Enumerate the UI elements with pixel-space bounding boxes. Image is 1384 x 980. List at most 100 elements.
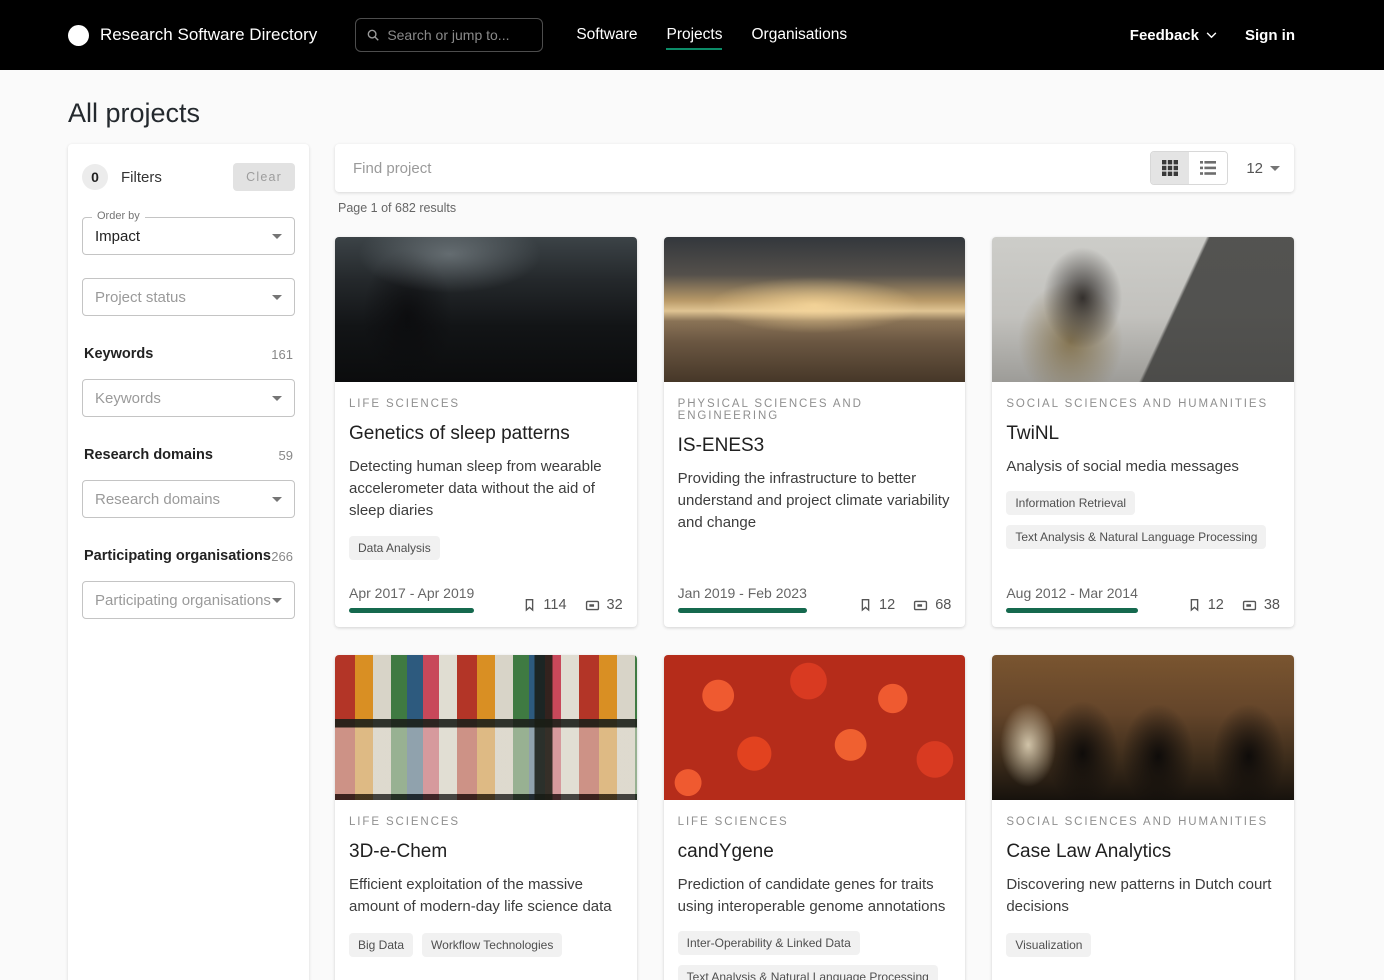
dropdown-arrow-icon (272, 295, 282, 300)
participating-orgs-placeholder: Participating organisations (95, 592, 271, 609)
project-image (335, 237, 637, 382)
project-title: IS-ENES3 (678, 435, 952, 457)
keywords-count: 161 (271, 347, 293, 362)
project-status-select[interactable]: Project status (82, 278, 295, 316)
mentions-metric: 12 (858, 597, 895, 613)
results-info: Page 1 of 682 results (338, 201, 1294, 215)
outputs-metric: 32 (584, 597, 623, 613)
progress-bar (349, 608, 474, 613)
research-domains-placeholder: Research domains (95, 491, 220, 508)
global-search[interactable] (355, 18, 543, 52)
projects-grid: LIFE SCIENCES Genetics of sleep patterns… (335, 237, 1294, 980)
dropdown-arrow-icon (272, 497, 282, 502)
project-card[interactable]: SOCIAL SCIENCES AND HUMANITIES Case Law … (992, 655, 1294, 980)
order-by-select[interactable]: Order by Impact (82, 217, 295, 255)
brand[interactable]: Research Software Directory (68, 25, 317, 46)
page-title: All projects (68, 98, 1294, 129)
project-description: Prediction of candidate genes for traits… (678, 874, 952, 918)
mentions-metric: 114 (522, 597, 566, 613)
project-category: LIFE SCIENCES (349, 816, 623, 828)
project-category: SOCIAL SCIENCES AND HUMANITIES (1006, 398, 1280, 410)
project-card[interactable]: SOCIAL SCIENCES AND HUMANITIES TwiNL Ana… (992, 237, 1294, 627)
keyword-tag: Visualization (1006, 933, 1091, 957)
order-by-label: Order by (92, 210, 145, 222)
dropdown-arrow-icon (272, 598, 282, 603)
project-search-toolbar: 12 (335, 144, 1294, 192)
list-view-button[interactable] (1189, 152, 1227, 184)
global-search-input[interactable] (387, 27, 532, 43)
project-status-placeholder: Project status (95, 289, 186, 306)
project-card[interactable]: LIFE SCIENCES candYgene Prediction of ca… (664, 655, 966, 980)
outputs-metric: 68 (912, 597, 951, 613)
project-card[interactable]: LIFE SCIENCES 3D-e-Chem Efficient exploi… (335, 655, 637, 980)
nav-software[interactable]: Software (576, 20, 637, 50)
bookmark-icon (522, 597, 537, 613)
project-image (992, 237, 1294, 382)
list-view-icon (1200, 161, 1216, 175)
find-project-input[interactable] (353, 160, 1150, 177)
keyword-tag: Data Analysis (349, 536, 440, 560)
page-size-value: 12 (1246, 160, 1263, 177)
keywords-placeholder: Keywords (95, 390, 161, 407)
research-domains-select[interactable]: Research domains (82, 480, 295, 518)
top-navbar: Research Software Directory Software Pro… (0, 0, 1384, 70)
search-icon (366, 28, 380, 42)
page-size-select[interactable]: 12 (1246, 160, 1280, 177)
project-image (335, 655, 637, 800)
progress-bar (678, 608, 807, 613)
mentions-metric: 12 (1187, 597, 1224, 613)
bookmark-icon (1187, 597, 1202, 613)
project-title: Case Law Analytics (1006, 841, 1280, 863)
dropdown-arrow-icon (1270, 166, 1280, 171)
keywords-select[interactable]: Keywords (82, 379, 295, 417)
participating-orgs-count: 266 (271, 549, 293, 564)
output-icon (912, 598, 929, 613)
view-toggle (1150, 151, 1228, 185)
bookmark-icon (858, 597, 873, 613)
project-category: PHYSICAL SCIENCES AND ENGINEERING (678, 398, 952, 422)
main-nav: Software Projects Organisations (576, 20, 847, 50)
output-icon (584, 598, 601, 613)
project-title: TwiNL (1006, 423, 1280, 445)
participating-orgs-heading: Participating organisations (84, 548, 271, 564)
feedback-menu[interactable]: Feedback (1130, 27, 1217, 44)
keyword-tag: Inter-Operability & Linked Data (678, 931, 860, 955)
keyword-tag: Text Analysis & Natural Language Process… (1006, 525, 1266, 549)
project-category: LIFE SCIENCES (678, 816, 952, 828)
project-description: Efficient exploitation of the massive am… (349, 874, 623, 918)
project-title: Genetics of sleep patterns (349, 423, 623, 445)
filters-panel: 0 Filters Clear Order by Impact Project … (68, 144, 309, 980)
feedback-label: Feedback (1130, 27, 1199, 44)
project-description: Detecting human sleep from wearable acce… (349, 456, 623, 521)
project-image (992, 655, 1294, 800)
nav-projects[interactable]: Projects (666, 20, 722, 50)
progress-bar (1006, 608, 1138, 613)
project-image (664, 655, 966, 800)
dropdown-arrow-icon (272, 396, 282, 401)
project-card[interactable]: LIFE SCIENCES Genetics of sleep patterns… (335, 237, 637, 627)
outputs-metric: 38 (1241, 597, 1280, 613)
project-period: Aug 2012 - Mar 2014 (1006, 585, 1138, 613)
keyword-tag: Information Retrieval (1006, 491, 1135, 515)
clear-filters-button[interactable]: Clear (233, 163, 295, 191)
chevron-down-icon (1206, 32, 1217, 39)
project-period: Apr 2017 - Apr 2019 (349, 585, 474, 613)
grid-view-icon (1162, 160, 1178, 176)
nav-organisations[interactable]: Organisations (751, 20, 847, 50)
project-period: Jan 2019 - Feb 2023 (678, 585, 807, 613)
grid-view-button[interactable] (1151, 152, 1189, 184)
logo-icon (68, 25, 89, 46)
project-description: Discovering new patterns in Dutch court … (1006, 874, 1280, 918)
order-by-value: Impact (95, 228, 140, 245)
project-description: Analysis of social media messages (1006, 456, 1280, 478)
brand-title: Research Software Directory (100, 25, 317, 45)
keywords-heading: Keywords (84, 346, 153, 362)
filter-count-badge: 0 (82, 164, 108, 190)
research-domains-count: 59 (279, 448, 293, 463)
filters-label: Filters (121, 169, 220, 186)
project-card[interactable]: PHYSICAL SCIENCES AND ENGINEERING IS-ENE… (664, 237, 966, 627)
participating-orgs-select[interactable]: Participating organisations (82, 581, 295, 619)
signin-button[interactable]: Sign in (1245, 27, 1295, 44)
project-category: LIFE SCIENCES (349, 398, 623, 410)
keyword-tag: Text Analysis & Natural Language Process… (678, 965, 938, 980)
